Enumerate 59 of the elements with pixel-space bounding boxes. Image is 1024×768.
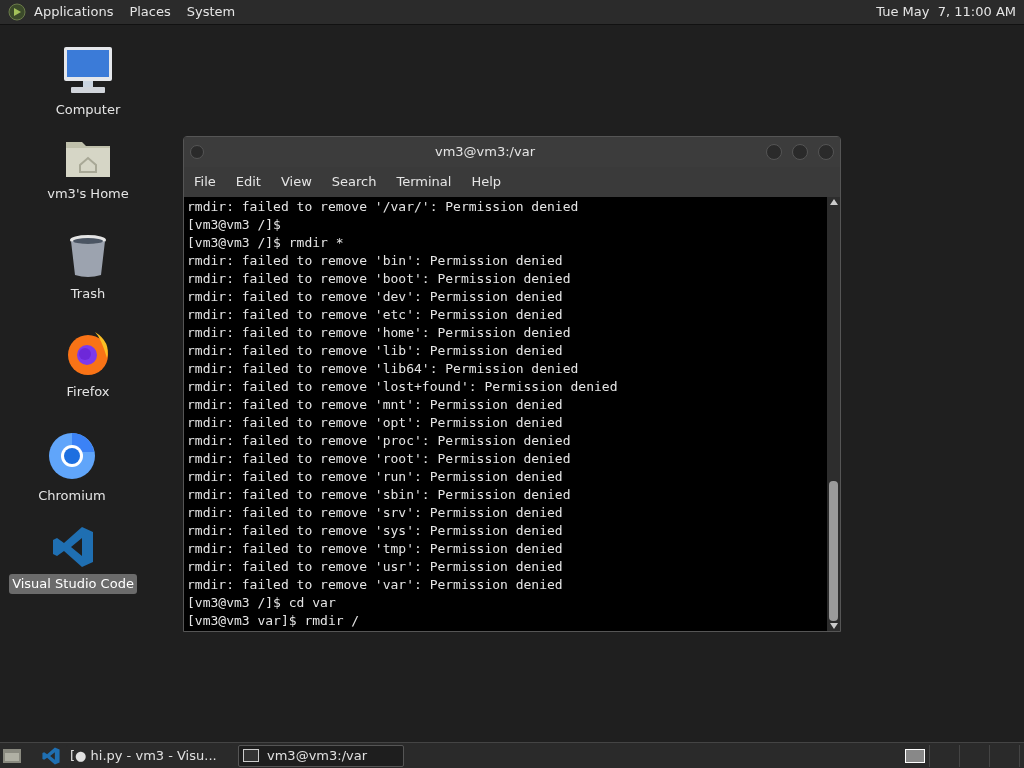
terminal-line: rmdir: failed to remove 'root': Permission denied [187, 450, 571, 468]
terminal-line: rmdir: failed to remove 'etc': Permission denied [187, 306, 563, 324]
monitor-icon [63, 46, 113, 94]
menu-item[interactable]: Edit [235, 172, 261, 192]
scroll-down-icon[interactable] [829, 623, 838, 629]
scrollbar-thumb[interactable] [829, 481, 838, 621]
terminal-line: rmdir: failed to remove 'home': Permission denied [187, 324, 571, 342]
terminal-line: rmdir: failed to remove 'sys': Permission denied [187, 522, 563, 540]
terminal-line: rmdir: failed to remove 'proc': Permission denied [187, 432, 571, 450]
menu-item[interactable]: Help [471, 172, 502, 192]
window-menu-icon[interactable] [190, 145, 204, 159]
terminal-line: rmdir: failed to remove 'srv': Permission denied [187, 504, 563, 522]
desktop-icon-label[interactable]: Computer [52, 100, 124, 120]
trash-icon [69, 234, 107, 278]
desktop-icon-label[interactable]: Visual Studio Code [9, 574, 137, 594]
terminal-line: rmdir: failed to remove 'opt': Permission denied [187, 414, 563, 432]
terminal-line: [vm3@vm3 /]$ [187, 216, 281, 234]
desktop-icon-label[interactable]: Trash [67, 284, 109, 304]
terminal-line: rmdir: failed to remove 'lib64': Permission denied [187, 360, 579, 378]
desktop-icon-label[interactable]: Firefox [63, 382, 113, 402]
scrollbar[interactable] [827, 197, 840, 631]
taskbar-button[interactable]: vm3@vm3:/var [238, 744, 404, 767]
terminal-line: rmdir: failed to remove 'sbin': Permission denied [187, 486, 571, 504]
panel-menu[interactable]: System [186, 2, 236, 22]
terminal-line: rmdir: failed to remove 'mnt': Permission denied [187, 396, 563, 414]
terminal-line: rmdir: failed to remove 'bin': Permission denied [187, 252, 563, 270]
desktop-icon-label[interactable]: vm3's Home [44, 184, 132, 204]
terminal-line: rmdir: failed to remove 'dev': Permission denied [187, 288, 563, 306]
terminal-line: rmdir: failed to remove 'var': Permission denied [187, 576, 563, 594]
menu-item[interactable]: Search [331, 172, 377, 192]
panel-clock[interactable]: Tue May 7, 11:00 AM [876, 2, 1016, 22]
terminal-line: rmdir: failed to remove 'lib': Permission denied [187, 342, 563, 360]
browser-logo-icon [65, 330, 111, 376]
code-editor-logo-icon [52, 526, 94, 568]
code-editor-logo-icon[interactable] [42, 746, 60, 765]
terminal-line: [vm3@vm3 /]$ rmdir * [187, 234, 344, 252]
menu-item[interactable]: View [280, 172, 312, 192]
distro-logo-icon [8, 3, 26, 21]
terminal-line: rmdir: failed to remove 'run': Permission denied [187, 468, 563, 486]
terminal-line: rmdir: failed to remove 'tmp': Permission denied [187, 540, 563, 558]
terminal-line: [vm3@vm3 var]$ rmdir / [187, 612, 360, 630]
panel-menu[interactable]: Applications [34, 2, 114, 22]
show-desktop-icon[interactable] [2, 746, 22, 765]
minimize-icon[interactable] [766, 144, 782, 160]
panel-menu[interactable]: Places [129, 2, 171, 22]
window-title: vm3@vm3:/var [434, 143, 536, 162]
terminal-line: rmdir: failed to remove 'usr': Permission denied [187, 558, 563, 576]
terminal-line: rmdir: failed to remove '/var/': Permission denied [187, 198, 579, 216]
maximize-icon[interactable] [792, 144, 808, 160]
menu-item[interactable]: Terminal [396, 172, 452, 192]
desktop-icon-label[interactable]: Chromium [35, 486, 109, 506]
scroll-up-icon[interactable] [829, 199, 838, 205]
menu-item[interactable]: File [194, 172, 216, 192]
close-icon[interactable] [818, 144, 834, 160]
terminal-icon [243, 749, 259, 762]
terminal-line: rmdir: failed to remove 'lost+found': Permission denied [187, 378, 618, 396]
browser-logo-icon [48, 432, 96, 480]
terminal-line: rmdir: failed to remove 'boot': Permission denied [187, 270, 571, 288]
terminal-line: [vm3@vm3 /]$ cd var [187, 594, 336, 612]
